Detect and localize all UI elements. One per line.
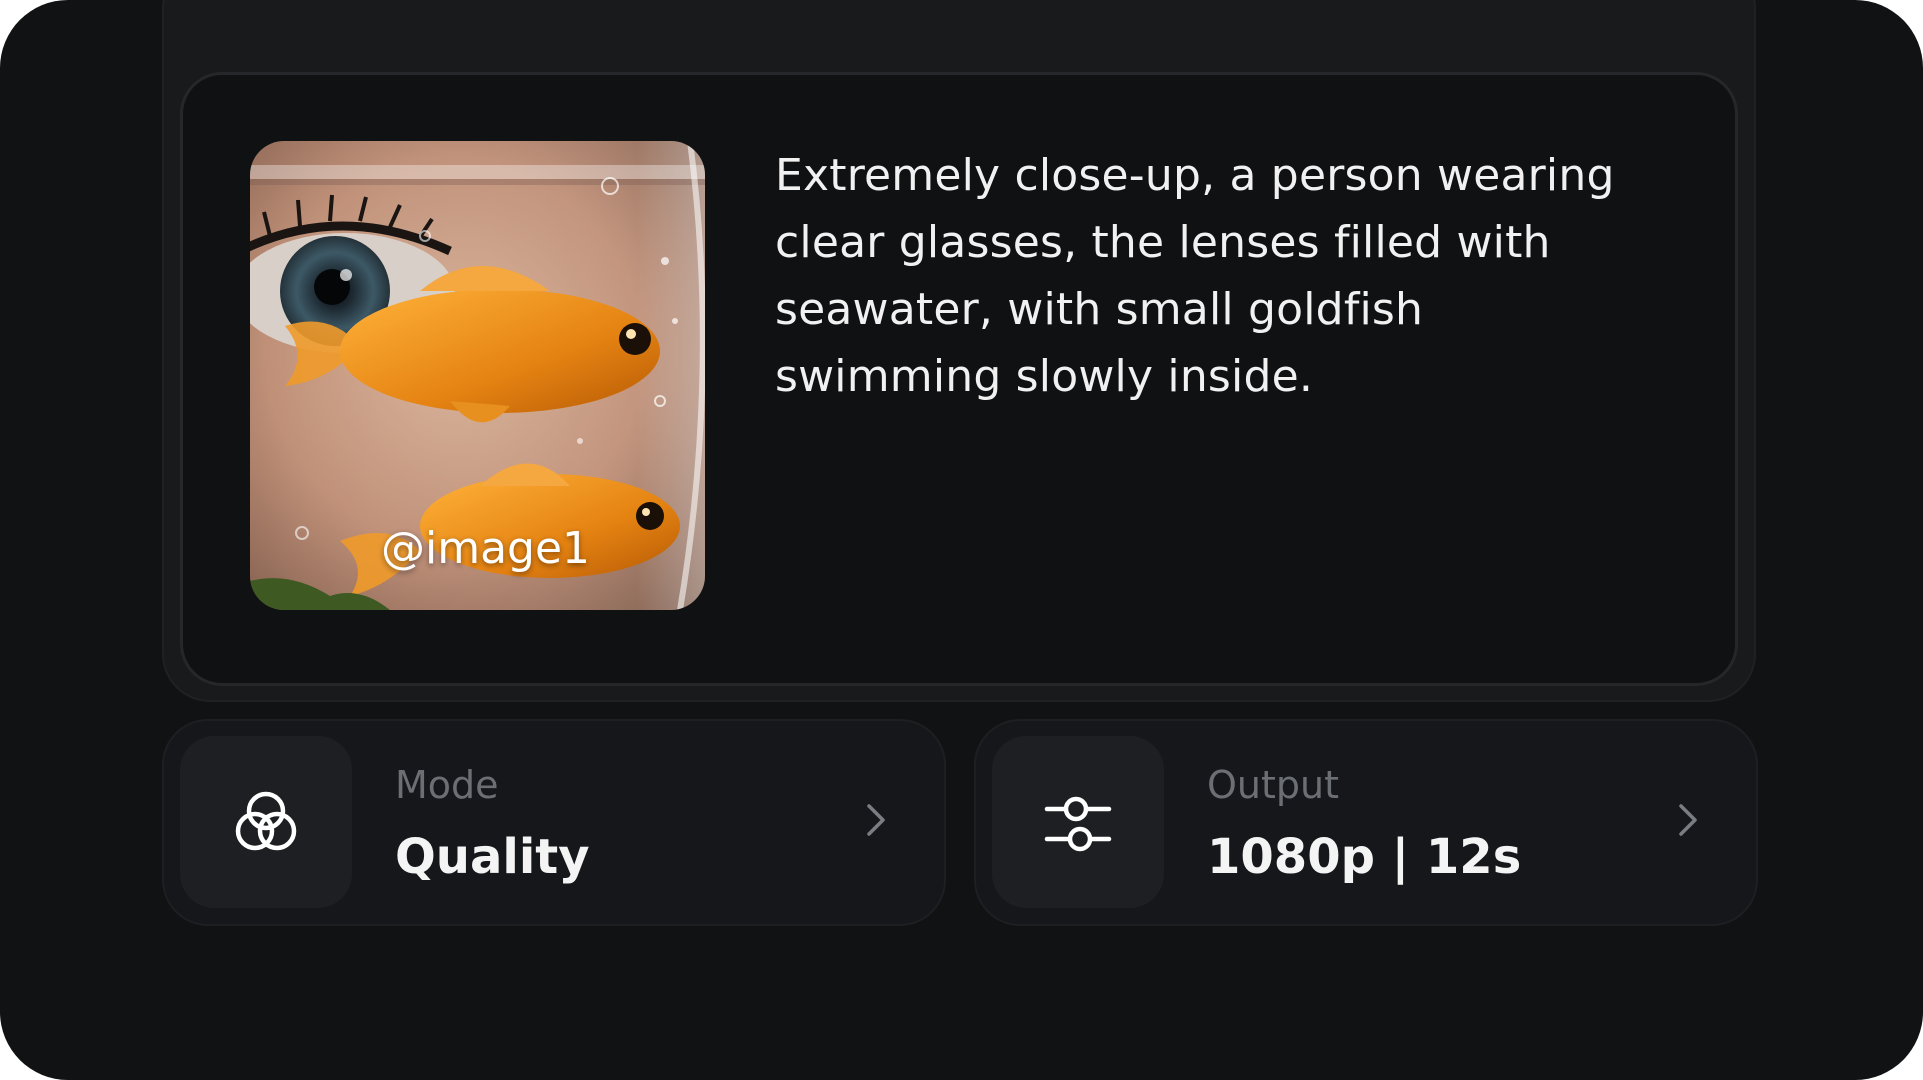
output-label: Output bbox=[1207, 763, 1339, 807]
prompt-text[interactable]: Extremely close-up, a person wearing cle… bbox=[775, 142, 1655, 410]
mode-value: Quality bbox=[395, 829, 590, 885]
chevron-right-icon[interactable] bbox=[1676, 800, 1700, 840]
mode-icon-tile[interactable] bbox=[180, 736, 352, 908]
app-frame: @image1 Extremely close-up, a person wea… bbox=[0, 0, 1923, 1080]
sliders-icon bbox=[1044, 796, 1112, 852]
output-icon-tile[interactable] bbox=[992, 736, 1164, 908]
output-value: 1080p | 12s bbox=[1207, 829, 1522, 885]
reference-tag: @image1 bbox=[381, 523, 591, 574]
three-circles-icon bbox=[235, 791, 297, 851]
chevron-right-icon[interactable] bbox=[864, 800, 888, 840]
mode-label: Mode bbox=[395, 763, 499, 807]
